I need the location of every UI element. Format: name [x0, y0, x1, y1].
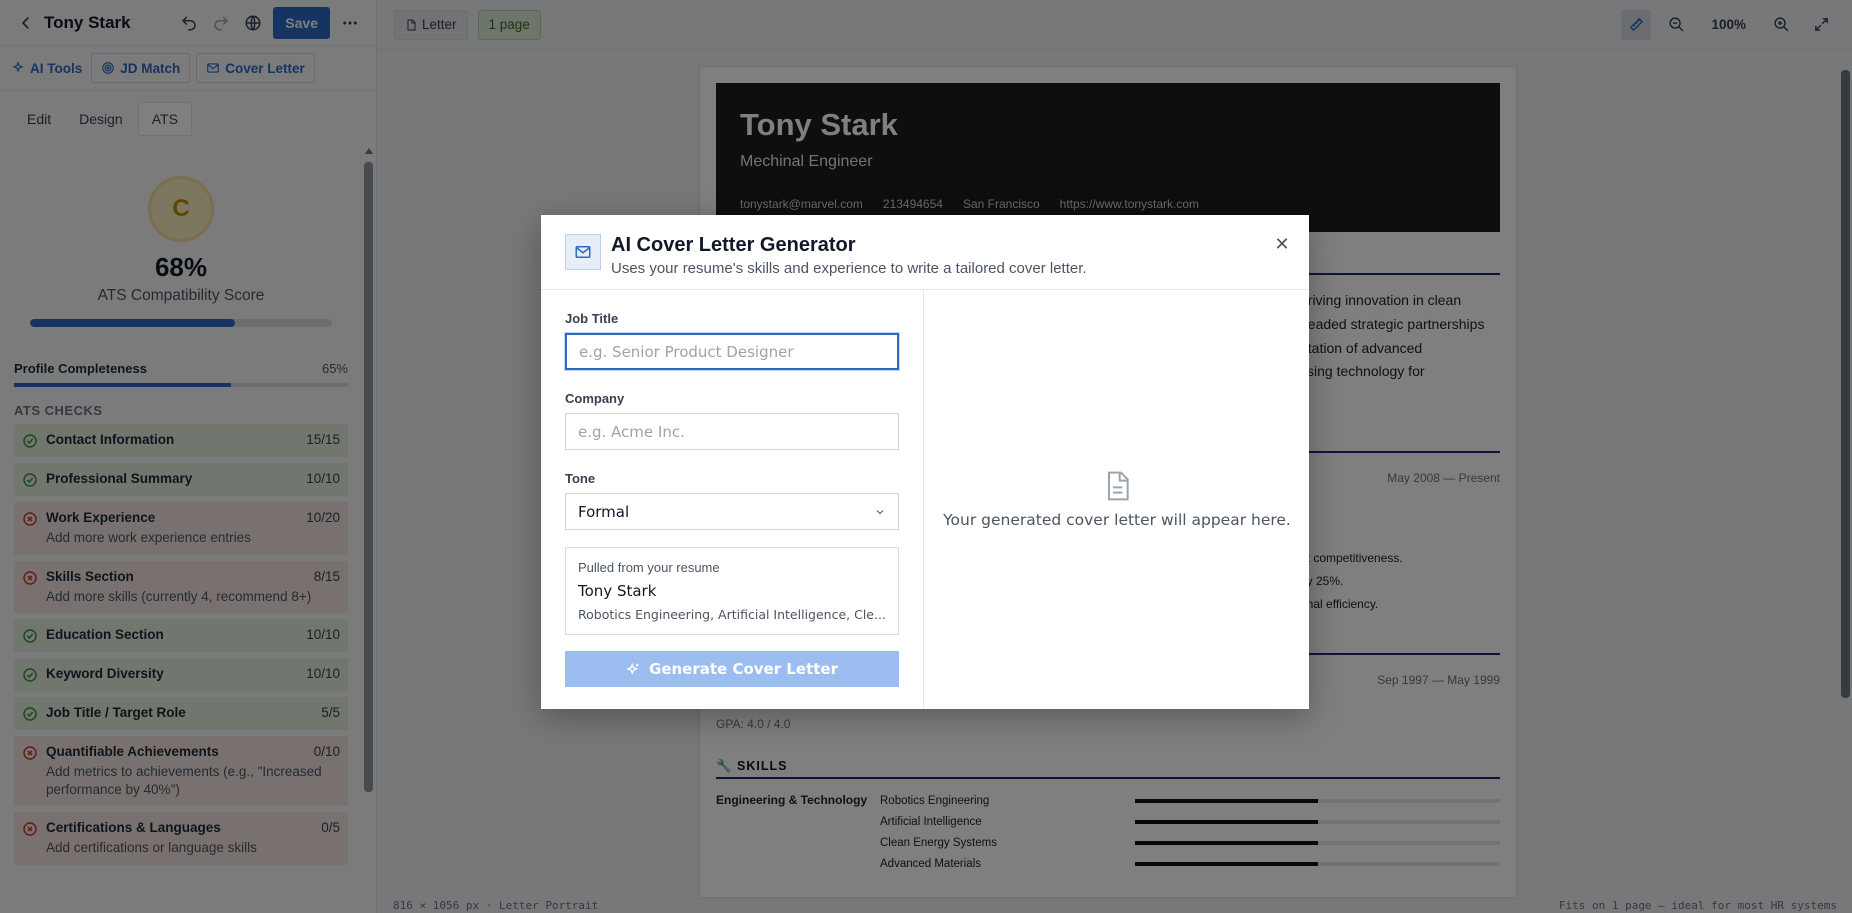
document-icon [1108, 471, 1129, 501]
mail-icon [565, 234, 601, 270]
cover-letter-dialog: AI Cover Letter Generator Uses your resu… [541, 215, 1309, 709]
tone-select[interactable]: Formal [565, 493, 899, 530]
cover-letter-preview: Your generated cover letter will appear … [925, 290, 1309, 709]
dialog-form: Job Title e.g. Senior Product Designer C… [541, 290, 924, 709]
job-title-input[interactable]: e.g. Senior Product Designer [565, 333, 899, 370]
company-label: Company [565, 391, 625, 406]
company-input[interactable]: e.g. Acme Inc. [565, 413, 899, 450]
pulled-heading: Pulled from your resume [578, 560, 720, 575]
dialog-subtitle: Uses your resume's skills and experience… [611, 260, 1087, 277]
pulled-skills: Robotics Engineering, Artificial Intelli… [578, 607, 886, 622]
chevron-down-icon [876, 509, 884, 514]
dialog-header: AI Cover Letter Generator Uses your resu… [541, 215, 1309, 290]
tone-value: Formal [578, 502, 630, 521]
job-title-label: Job Title [565, 311, 619, 326]
generate-label: Generate Cover Letter [649, 660, 838, 678]
sparkle-icon [626, 662, 639, 675]
dialog-title: AI Cover Letter Generator [611, 234, 856, 256]
close-icon[interactable]: ✕ [1271, 233, 1293, 255]
generate-cover-letter-button[interactable]: Generate Cover Letter [565, 651, 899, 687]
pulled-name: Tony Stark [578, 582, 657, 600]
resume-summary-box: Pulled from your resume Tony Stark Robot… [565, 547, 899, 635]
tone-label: Tone [565, 471, 596, 486]
empty-state-text: Your generated cover letter will appear … [943, 511, 1291, 529]
